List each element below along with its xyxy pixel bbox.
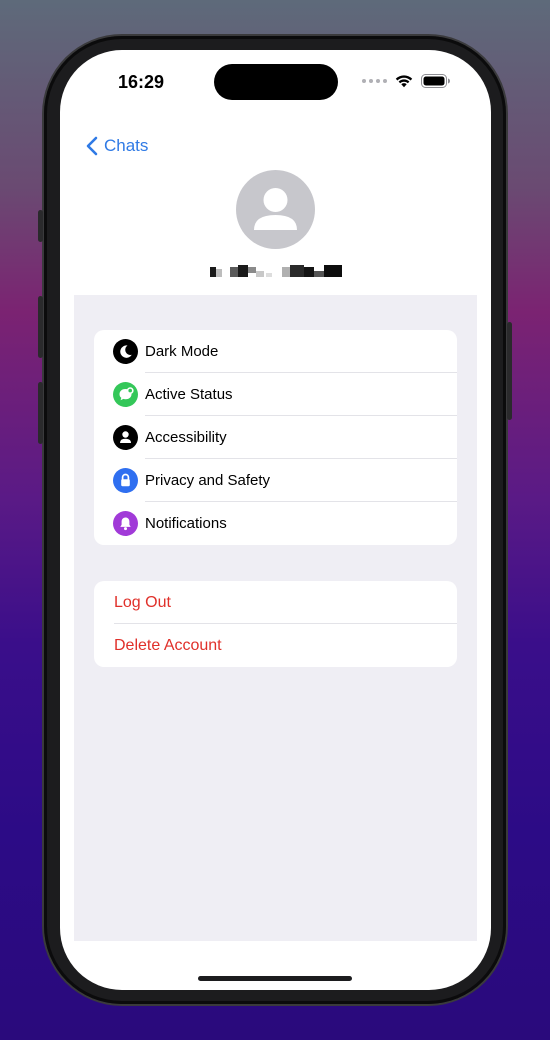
settings-row-label: Dark Mode: [145, 343, 219, 360]
power-button: [507, 322, 512, 420]
redacted-profile-name: [210, 265, 342, 277]
volume-up-button: [38, 296, 43, 358]
lock-icon: [113, 468, 138, 493]
settings-row-notifications[interactable]: Notifications: [94, 502, 457, 545]
log-out-label: Log Out: [114, 593, 171, 611]
cellular-signal-icon: [362, 79, 387, 83]
bell-icon: [113, 511, 138, 536]
wifi-icon: [395, 75, 413, 88]
delete-account-button[interactable]: Delete Account: [94, 624, 457, 667]
chat-bubble-icon: [113, 382, 138, 407]
settings-row-accessibility[interactable]: Accessibility: [94, 416, 457, 459]
phone-screen: 16:29 Chats Dark Mode Active Status Acce…: [60, 50, 491, 990]
home-indicator[interactable]: [198, 976, 352, 981]
status-time: 16:29: [118, 72, 165, 92]
settings-row-label: Privacy and Safety: [145, 472, 271, 489]
account-group: Log Out Delete Account: [94, 581, 457, 667]
status-icons: [362, 74, 451, 88]
person-silhouette-icon: [254, 188, 297, 230]
log-out-button[interactable]: Log Out: [94, 581, 457, 624]
settings-row-label: Notifications: [145, 515, 227, 532]
settings-row-privacy-and-safety[interactable]: Privacy and Safety: [94, 459, 457, 502]
avatar[interactable]: [236, 170, 315, 249]
settings-row-label: Active Status: [145, 386, 233, 403]
person-icon: [113, 425, 138, 450]
moon-icon: [113, 339, 138, 364]
chevron-left-icon: [86, 136, 98, 156]
battery-icon: [421, 74, 450, 88]
settings-row-active-status[interactable]: Active Status: [94, 373, 457, 416]
back-button[interactable]: Chats: [86, 136, 148, 156]
back-button-label: Chats: [104, 136, 149, 155]
volume-down-button: [38, 382, 43, 444]
settings-list: Dark Mode Active Status Accessibility Pr…: [74, 295, 477, 941]
settings-group: Dark Mode Active Status Accessibility Pr…: [94, 330, 457, 545]
settings-row-label: Accessibility: [145, 429, 227, 446]
dynamic-island: [214, 64, 338, 100]
silent-switch: [38, 210, 43, 242]
delete-account-label: Delete Account: [114, 636, 222, 654]
settings-row-dark-mode[interactable]: Dark Mode: [94, 330, 457, 373]
